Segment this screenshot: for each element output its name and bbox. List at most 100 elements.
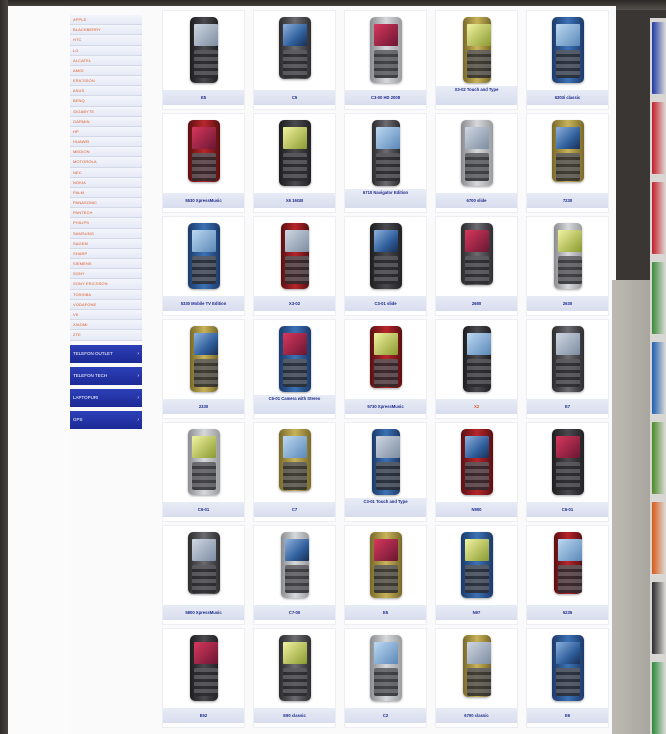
product-card[interactable]: E5 (162, 10, 245, 110)
product-name[interactable]: 6700 classic (436, 708, 517, 723)
product-name[interactable]: C2 (345, 708, 426, 723)
product-name[interactable]: E52 (163, 708, 244, 723)
product-name[interactable]: 7230 (527, 193, 608, 208)
product-card[interactable]: X6 16GB (253, 113, 336, 213)
sidebar-brand-item[interactable]: Pantech (70, 208, 142, 219)
sidebar-brand-item[interactable]: Gigabyte (70, 106, 142, 117)
sidebar-brand-item[interactable]: Medion (70, 147, 142, 158)
product-name[interactable]: 2630 (527, 296, 608, 311)
product-card[interactable]: C6-01 Camera with Stereo (253, 319, 336, 419)
product-card[interactable]: N97 (435, 525, 518, 625)
product-card[interactable]: C3-01 slide (344, 216, 427, 316)
sidebar-brand-item[interactable]: NEC (70, 167, 142, 178)
product-card[interactable]: 5730 XpressMusic (344, 319, 427, 419)
product-name[interactable]: E7 (527, 399, 608, 414)
product-card[interactable]: C7-00 (253, 525, 336, 625)
product-card[interactable]: 2680 (435, 216, 518, 316)
sidebar-brand-item[interactable]: Garmin (70, 116, 142, 127)
product-name[interactable]: C7-00 (254, 605, 335, 620)
side-banner-ad[interactable] (652, 342, 666, 414)
product-card[interactable]: X3-02 (253, 216, 336, 316)
product-card[interactable]: X3-02 Touch and Type (435, 10, 518, 110)
side-banner-ad[interactable] (652, 422, 666, 494)
product-card[interactable]: 5800 XpressMusic (162, 525, 245, 625)
product-card[interactable]: C3-01 Touch and Type (344, 422, 427, 522)
product-name[interactable]: 2680 (436, 296, 517, 311)
sidebar-brand-item[interactable]: Nokia (70, 177, 142, 188)
sidebar-brand-item[interactable]: Panasonic (70, 198, 142, 209)
product-name[interactable]: N900 (436, 502, 517, 517)
product-card[interactable]: C5 (253, 10, 336, 110)
sidebar-category-item[interactable]: GPS › (70, 410, 142, 429)
product-name[interactable]: N97 (436, 605, 517, 620)
product-card[interactable]: 2630 (526, 216, 609, 316)
sidebar-brand-item[interactable]: Huawei (70, 137, 142, 148)
product-name[interactable]: C3-01 slide (345, 296, 426, 311)
product-card[interactable]: C6-01 (162, 422, 245, 522)
sidebar-brand-item[interactable]: HP (70, 126, 142, 138)
sidebar-category-item[interactable]: Telefon outlet › (70, 344, 142, 363)
product-card[interactable]: 6303i classic (526, 10, 609, 110)
product-name[interactable]: E6 (527, 708, 608, 723)
product-card[interactable]: E5 (344, 525, 427, 625)
side-banner-ad[interactable] (652, 182, 666, 254)
product-card[interactable]: E52 (162, 628, 245, 728)
product-card[interactable]: 6710 Navigator Edition (344, 113, 427, 213)
product-name[interactable]: X6 16GB (254, 193, 335, 208)
product-name[interactable]: C3-00 HD 2008 (345, 90, 426, 105)
product-card[interactable]: N900 (435, 422, 518, 522)
sidebar-brand-item[interactable]: LG (70, 45, 142, 56)
sidebar-brand-item[interactable]: HTC (70, 35, 142, 46)
product-name[interactable]: 2330 (163, 399, 244, 414)
product-card[interactable]: 2330 (162, 319, 245, 419)
side-banner-ad[interactable] (652, 502, 666, 574)
sidebar-brand-item[interactable]: Amoi (70, 65, 142, 77)
product-name[interactable]: 5730 XpressMusic (345, 399, 426, 414)
product-card[interactable]: C2 (344, 628, 427, 728)
product-name[interactable]: C7 (254, 502, 335, 517)
product-name[interactable]: X3-02 (254, 296, 335, 311)
sidebar-brand-item[interactable]: Philips (70, 218, 142, 229)
product-name[interactable]: 5330 Mobile TV Edition (163, 296, 244, 311)
product-name[interactable]: 5800 XpressMusic (163, 605, 244, 620)
side-banner-ad[interactable] (652, 102, 666, 174)
sidebar-brand-item[interactable]: Vodafone (70, 299, 142, 310)
product-card[interactable]: 6700 classic (435, 628, 518, 728)
side-banner-ad[interactable] (652, 262, 666, 334)
sidebar-brand-item[interactable]: Motorola (70, 157, 142, 168)
sidebar-brand-item[interactable]: Palm (70, 187, 142, 199)
product-card[interactable]: C6-01 (526, 422, 609, 522)
sidebar-brand-item[interactable]: Ericsson (70, 76, 142, 87)
product-card[interactable]: 5330 Mobile TV Edition (162, 216, 245, 316)
product-card[interactable]: C7 (253, 422, 336, 522)
sidebar-brand-item[interactable]: BenQ (70, 96, 142, 107)
product-name[interactable]: E5 (163, 90, 244, 105)
product-name[interactable]: C6-01 Camera with Stereo (254, 395, 335, 414)
product-card[interactable]: 5235 (526, 525, 609, 625)
product-name[interactable]: 6303i classic (527, 90, 608, 105)
sidebar-brand-item[interactable]: Sagem (70, 238, 142, 249)
product-name[interactable]: 5235 (527, 605, 608, 620)
sidebar-brand-item[interactable]: Alcatel (70, 55, 142, 66)
product-card[interactable]: E7 (526, 319, 609, 419)
sidebar-brand-item[interactable]: Blackberry (70, 25, 142, 36)
sidebar-brand-item[interactable]: Apple (70, 15, 142, 26)
product-name[interactable]: E90 classic (254, 708, 335, 723)
product-name[interactable]: 5530 XpressMusic (163, 193, 244, 208)
product-name[interactable]: C6-01 (527, 502, 608, 517)
product-name[interactable]: 6700 slide (436, 193, 517, 208)
product-name[interactable]: X2 (436, 399, 517, 414)
product-name[interactable]: C6-01 (163, 502, 244, 517)
sidebar-brand-item[interactable]: Sony Ericsson (70, 279, 142, 290)
product-name[interactable]: C3-01 Touch and Type (345, 498, 426, 517)
sidebar-brand-item[interactable]: Sony (70, 269, 142, 280)
side-banner-ad[interactable] (652, 582, 666, 654)
product-name[interactable]: E5 (345, 605, 426, 620)
product-card[interactable]: 6700 slide (435, 113, 518, 213)
sidebar-brand-item[interactable]: ZTE (70, 330, 142, 341)
product-name[interactable]: X3-02 Touch and Type (436, 86, 517, 105)
product-card[interactable]: 5530 XpressMusic (162, 113, 245, 213)
product-name[interactable]: 6710 Navigator Edition (345, 189, 426, 208)
product-card[interactable]: X2 (435, 319, 518, 419)
sidebar-category-item[interactable]: Telefon Tech › (70, 366, 142, 385)
